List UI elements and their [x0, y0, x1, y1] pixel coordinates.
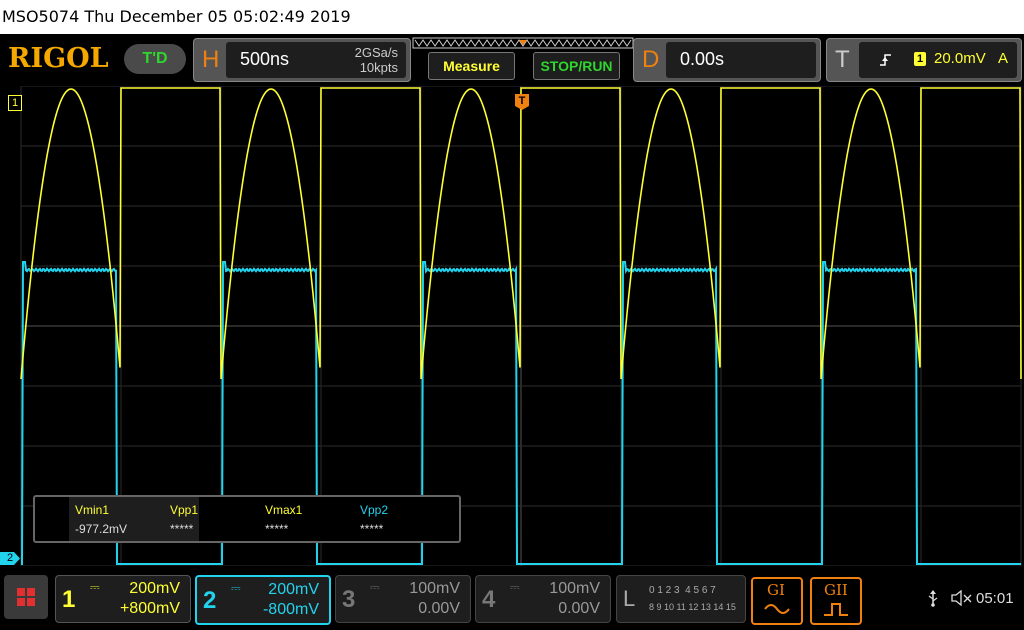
ch1-offset-marker[interactable]: 1: [8, 95, 22, 111]
measurement-panel[interactable]: Vmin1 -977.2mV Vpp1 ***** Vmax1 ***** Vp…: [33, 495, 461, 543]
horizontal-panel[interactable]: H 500ns 2GSa/s 10kpts: [193, 38, 411, 82]
measurement-value: *****: [170, 522, 194, 536]
trigger-level: 20.0mV: [934, 50, 986, 67]
ch3-settings[interactable]: 3 ⎓ 100mV 0.00V: [335, 575, 471, 623]
ch1-marker-label: 1: [11, 97, 19, 109]
timebase-value: 500ns: [240, 49, 290, 69]
ch1-settings[interactable]: 1 ⎓ 200mV +800mV: [55, 575, 191, 623]
logic-channels-low: 0 1 2 3 4 5 6 7: [649, 585, 716, 596]
logic-letter: L: [623, 586, 636, 611]
waveform-display[interactable]: 1 2 T: [0, 86, 1024, 566]
ch3-scale: 100mV: [409, 580, 460, 597]
dc-coupling-icon: ⎓: [90, 580, 100, 594]
generator-1-label: GI: [767, 581, 785, 599]
usb-icon: [928, 590, 938, 607]
generator-2-label: GII: [824, 581, 848, 599]
measurement-item[interactable]: Vpp2 *****: [354, 497, 448, 541]
stop-run-button[interactable]: STOP/RUN: [533, 52, 620, 80]
measurement-item[interactable]: Vpp1 *****: [164, 497, 258, 541]
ch1-number: 1: [62, 586, 76, 613]
measurement-value: *****: [360, 522, 384, 536]
delay-letter: D: [642, 46, 660, 73]
speaker-muted-icon[interactable]: [951, 590, 973, 606]
ch4-settings[interactable]: 4 ⎓ 100mV 0.00V: [475, 575, 611, 623]
trigger-letter: T: [835, 46, 850, 73]
generator-1-button[interactable]: GI: [751, 577, 803, 625]
trigger-source-badge: 1: [914, 52, 926, 66]
measurement-label: Vmin1: [75, 503, 110, 517]
ch2-scale: 200mV: [268, 581, 319, 598]
sample-rate: 2GSa/s: [354, 45, 398, 60]
ch4-number: 4: [482, 586, 496, 613]
ch2-settings[interactable]: 2 ⎓ 200mV -800mV: [195, 575, 331, 625]
bottom-bar: 1 ⎓ 200mV +800mV 2 ⎓ 200mV -800mV 3 ⎓ 10…: [0, 567, 1024, 630]
menu-button[interactable]: [4, 575, 48, 619]
logic-channels-high: 8 9 10 11 12 13 14 15: [649, 602, 736, 612]
measurement-value: *****: [265, 522, 289, 536]
measurement-label: Vpp2: [360, 503, 389, 517]
trigger-marker-label: T: [518, 95, 526, 107]
generator-2-button[interactable]: GII: [810, 577, 862, 625]
square-wave-icon: [824, 603, 848, 616]
waveform-grid: [20, 86, 1022, 566]
title-bar: MSO5074 Thu December 05 05:02:49 2019: [0, 0, 1024, 34]
rigol-logo: RIGOL: [8, 43, 109, 74]
dc-coupling-icon: ⎓: [231, 581, 241, 595]
dc-coupling-icon: ⎓: [510, 580, 520, 594]
run-state-badge[interactable]: T'D: [124, 44, 186, 74]
measurement-item[interactable]: Vmax1 *****: [259, 497, 353, 541]
trigger-mode: A: [998, 50, 1009, 67]
measurement-label: Vpp1: [170, 503, 199, 517]
menu-grid-icon: [17, 588, 35, 606]
ch4-scale: 100mV: [549, 580, 600, 597]
measurement-value: -977.2mV: [75, 522, 128, 536]
ch4-offset: 0.00V: [558, 600, 600, 617]
dc-coupling-icon: ⎓: [370, 580, 380, 594]
memory-position-indicator: [412, 37, 634, 49]
ch2-number: 2: [203, 587, 217, 614]
rising-edge-icon: [880, 54, 891, 66]
title-text: MSO5074 Thu December 05 05:02:49 2019: [2, 7, 351, 26]
status-time: 05:01: [976, 590, 1014, 607]
ch1-scale: 200mV: [129, 580, 180, 597]
ch2-marker-label: 2: [6, 552, 14, 564]
measurement-label: Vmax1: [265, 503, 303, 517]
ch1-offset: +800mV: [119, 600, 180, 617]
measure-button[interactable]: Measure: [428, 52, 515, 80]
sine-wave-icon: [764, 604, 790, 614]
ch2-offset: -800mV: [262, 601, 319, 618]
delay-value: 0.00s: [680, 49, 725, 69]
ch3-offset: 0.00V: [418, 600, 460, 617]
toolbar: RIGOL T'D H 500ns 2GSa/s 10kpts Measure …: [0, 34, 1024, 86]
trigger-panel[interactable]: T 1 20.0mV A: [826, 38, 1022, 82]
horizontal-letter: H: [202, 46, 220, 73]
delay-panel[interactable]: D 0.00s: [633, 38, 821, 82]
logic-analyzer-settings[interactable]: L 0 1 2 3 4 5 6 7 8 9 10 11 12 13 14 15: [616, 575, 746, 623]
ch3-number: 3: [342, 586, 356, 613]
memory-depth: 10kpts: [359, 60, 398, 75]
